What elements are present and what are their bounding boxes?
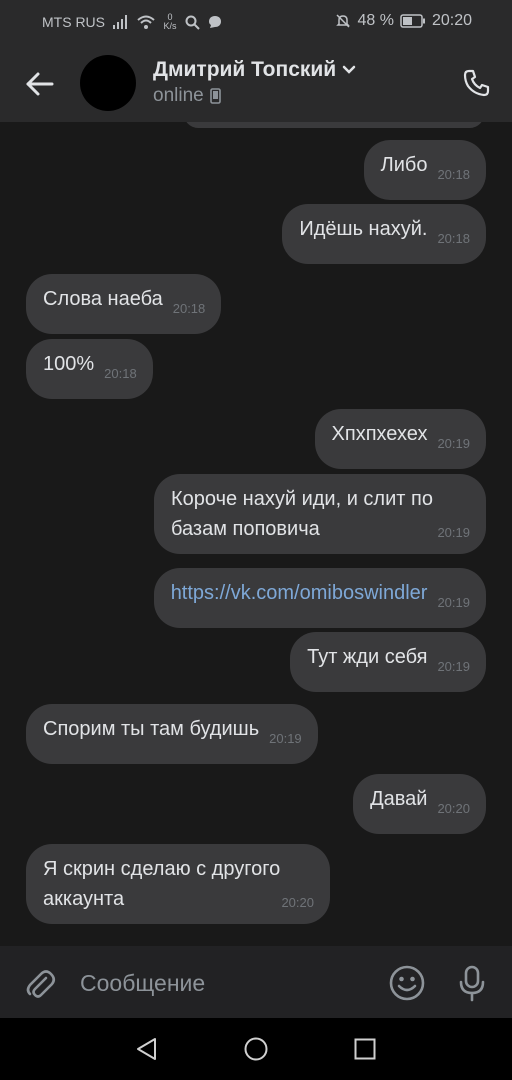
phone-icon <box>463 69 490 97</box>
smiley-icon <box>389 965 425 1001</box>
chevron-down-icon <box>342 65 356 74</box>
search-icon <box>185 15 200 30</box>
square-recents-icon <box>354 1038 376 1060</box>
carrier-label: MTS RUS <box>42 14 105 30</box>
message-time: 20:18 <box>172 301 206 316</box>
message-bubble-outgoing[interactable]: Либо 20:18 <box>363 140 486 200</box>
nav-recents-button[interactable] <box>352 1036 378 1062</box>
message-text: Спорим ты там будишь <box>43 718 260 740</box>
chat-bubble-icon <box>208 15 222 29</box>
network-speed: 0 K/s <box>163 13 177 31</box>
message-time: 20:18 <box>437 167 470 182</box>
battery-percent: 48 % <box>357 12 394 29</box>
back-button[interactable] <box>22 66 58 102</box>
message-text: 100% <box>43 353 95 375</box>
message-time: 20:18 <box>437 231 470 246</box>
message-bubble-outgoing[interactable]: Тут жди себя 20:19 <box>290 632 486 692</box>
message-text: Короче нахуй иди, и слит по базам попови… <box>171 488 433 540</box>
message-bubble-outgoing[interactable]: Хпхпхехех 20:19 <box>314 409 486 469</box>
battery-icon <box>400 14 426 28</box>
clock: 20:20 <box>431 12 472 29</box>
message-time: 20:19 <box>269 731 302 746</box>
message-bubble-outgoing[interactable]: Короче нахуй иди, и слит по базам попови… <box>154 474 486 554</box>
nav-back-button[interactable] <box>134 1036 160 1062</box>
wifi-icon <box>137 15 155 29</box>
message-time: 20:20 <box>281 895 314 910</box>
message-bubble-partial <box>184 122 484 128</box>
message-bubble-outgoing[interactable]: Давай 20:20 <box>353 774 486 834</box>
triangle-back-icon <box>137 1038 156 1060</box>
attach-button[interactable] <box>22 966 58 1002</box>
microphone-icon <box>459 965 485 1002</box>
message-time: 20:18 <box>104 366 137 381</box>
message-time: 20:19 <box>437 595 470 610</box>
message-text: Тут жди себя <box>307 646 428 668</box>
message-bubble-incoming[interactable]: Слова наеба 20:18 <box>26 274 222 334</box>
message-bubble-incoming[interactable]: Я скрин сделаю с другого аккаунта 20:20 <box>26 844 330 924</box>
message-time: 20:19 <box>437 436 470 451</box>
nav-home-button[interactable] <box>243 1036 269 1062</box>
voice-message-button[interactable] <box>456 964 488 1002</box>
paperclip-icon <box>26 970 56 998</box>
status-bar-left: MTS RUS 0 K/s <box>42 13 222 31</box>
message-text: Слова наеба <box>43 288 163 310</box>
message-time: 20:19 <box>437 525 470 540</box>
message-time: 20:20 <box>437 801 470 816</box>
message-bubble-incoming[interactable]: Спорим ты там будишь 20:19 <box>26 704 318 764</box>
contact-status: online <box>153 85 221 107</box>
message-input[interactable] <box>80 966 370 1000</box>
message-text: Я скрин сделаю с другого аккаунта <box>43 858 281 910</box>
signal-icon <box>113 15 129 29</box>
message-text: Хпхпхехех <box>331 423 428 445</box>
message-link[interactable]: https://vk.com/omiboswindler <box>171 582 428 604</box>
message-text: Идёшь нахуй. <box>299 218 428 240</box>
system-nav-bar <box>0 1018 512 1080</box>
speed-unit: K/s <box>163 21 177 31</box>
status-bar-right: 48 % 20:20 <box>335 12 472 30</box>
status-bar: MTS RUS 0 K/s 48 % 20:20 <box>0 0 512 44</box>
mute-bell-icon <box>335 13 351 29</box>
mobile-phone-icon <box>209 88 221 104</box>
message-bubble-outgoing[interactable]: https://vk.com/omiboswindler 20:19 <box>153 568 486 628</box>
contact-name[interactable]: Дмитрий Топский <box>153 58 356 82</box>
message-bubble-outgoing[interactable]: Идёшь нахуй. 20:18 <box>282 204 486 264</box>
contact-name-label: Дмитрий Топский <box>153 58 337 81</box>
message-text: Давай <box>370 788 428 810</box>
call-button[interactable] <box>462 68 492 98</box>
arrow-left-icon <box>26 72 54 96</box>
message-bubble-incoming[interactable]: 100% 20:18 <box>26 339 153 399</box>
online-status-label: online <box>153 85 204 106</box>
message-list[interactable]: Либо 20:18 Идёшь нахуй. 20:18 Слова наеба 2… <box>0 122 512 946</box>
message-text: Либо <box>380 154 428 176</box>
emoji-button[interactable] <box>388 964 426 1002</box>
circle-home-icon <box>244 1037 268 1061</box>
chat-header: Дмитрий Топский online <box>0 44 512 122</box>
avatar[interactable] <box>80 55 136 111</box>
message-time: 20:19 <box>437 659 470 674</box>
message-composer <box>0 946 512 1018</box>
